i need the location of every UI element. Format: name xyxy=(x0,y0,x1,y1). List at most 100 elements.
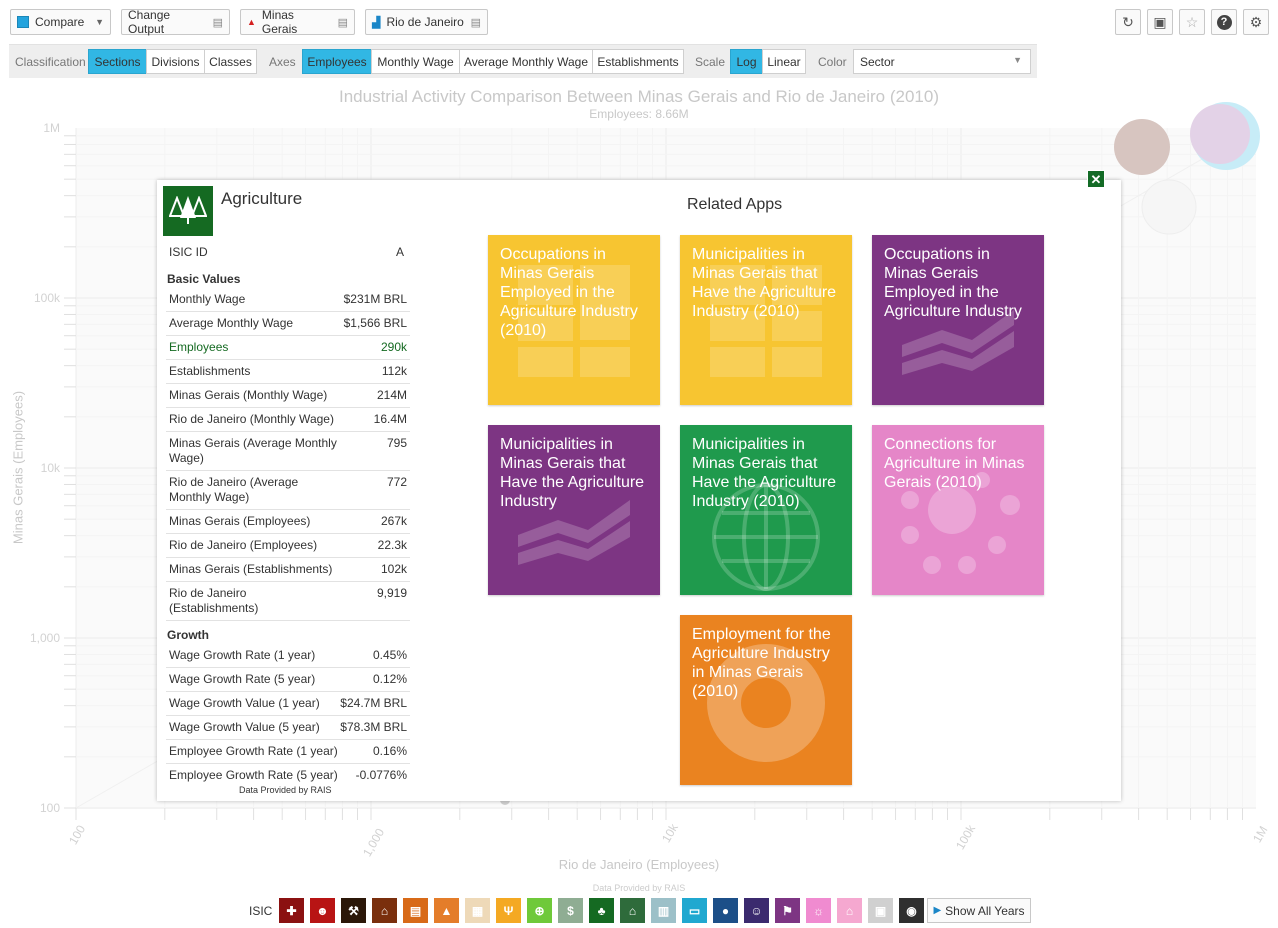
value-row: Monthly Wage $231M BRL xyxy=(166,288,410,312)
value-row: Employees 290k xyxy=(166,336,410,360)
value-amount: 112k xyxy=(381,364,407,378)
y-axis-label: Minas Gerais (Employees) xyxy=(10,390,26,545)
related-apps-title: Related Apps xyxy=(687,196,783,213)
value-key: Establishments xyxy=(169,364,251,378)
isic-sector-icon[interactable]: ▣ xyxy=(868,898,893,923)
isic-sector-icon[interactable]: ⌂ xyxy=(837,898,862,923)
isic-sector-icon[interactable]: ▭ xyxy=(682,898,707,923)
isic-sector-icon[interactable]: ♣ xyxy=(589,898,614,923)
isic-sector-icon[interactable]: ☼ xyxy=(806,898,831,923)
value-key: Wage Growth Rate (1 year) xyxy=(169,648,316,662)
isic-sector-icon[interactable]: ⚒ xyxy=(341,898,366,923)
value-key: Rio de Janeiro (Employees) xyxy=(169,538,318,552)
value-key: Employee Growth Rate (5 year) xyxy=(169,768,338,782)
value-key: Average Monthly Wage xyxy=(169,316,294,330)
value-row: Rio de Janeiro (Employees) 22.3k xyxy=(166,534,410,558)
value-key: Employees xyxy=(169,340,229,354)
sector-bubble[interactable] xyxy=(1141,179,1197,235)
value-key: Rio de Janeiro (Monthly Wage) xyxy=(169,412,334,426)
related-app-tile[interactable]: Municipalities in Minas Gerais that Have… xyxy=(488,425,660,595)
value-amount: -0.0776% xyxy=(355,768,407,782)
isic-sector-icon[interactable]: ▥ xyxy=(651,898,676,923)
value-key: Wage Growth Value (5 year) xyxy=(169,720,320,734)
related-app-tile[interactable]: Municipalities in Minas Gerais that Have… xyxy=(680,425,852,595)
isic-sector-icon[interactable]: ⌂ xyxy=(372,898,397,923)
y-tick-label: 1M xyxy=(43,121,60,135)
value-amount: 772 xyxy=(386,475,407,489)
isic-sector-icon[interactable]: ● xyxy=(713,898,738,923)
related-app-tile[interactable]: Municipalities in Minas Gerais that Have… xyxy=(680,235,852,405)
isic-sector-icon[interactable]: ☻ xyxy=(310,898,335,923)
close-icon[interactable]: ✕ xyxy=(1087,170,1105,188)
growth-header: Growth xyxy=(167,628,209,642)
isic-sector-icon[interactable]: ✚ xyxy=(279,898,304,923)
value-row: Minas Gerais (Monthly Wage) 214M xyxy=(166,384,410,408)
value-amount: 22.3k xyxy=(377,538,407,552)
value-row: Rio de Janeiro (Establishments) 9,919 xyxy=(166,582,410,621)
value-row: Average Monthly Wage $1,566 BRL xyxy=(166,312,410,336)
value-row: Rio de Janeiro (Average Monthly Wage) 772 xyxy=(166,471,410,510)
value-key: Rio de Janeiro (Establishments) xyxy=(169,586,259,615)
isic-sector-icon[interactable]: $ xyxy=(558,898,583,923)
sector-bubble[interactable] xyxy=(1190,104,1250,164)
value-key: Minas Gerais (Establishments) xyxy=(169,562,333,576)
isic-sector-icon[interactable]: ▲ xyxy=(434,898,459,923)
show-all-years-label: Show All Years xyxy=(945,903,1025,918)
value-row: Wage Growth Value (1 year) $24.7M BRL xyxy=(166,692,410,716)
value-key: Monthly Wage xyxy=(169,292,246,306)
chart-source: Data Provided by RAIS xyxy=(592,883,686,893)
value-amount: $1,566 BRL xyxy=(343,316,407,330)
value-amount: 9,919 xyxy=(376,586,407,600)
value-amount: 16.4M xyxy=(373,412,407,426)
value-key: Wage Growth Rate (5 year) xyxy=(169,672,316,686)
isic-sector-icon[interactable]: ⌂ xyxy=(620,898,645,923)
value-amount: 795 xyxy=(386,436,407,450)
play-icon: ▶ xyxy=(933,905,942,916)
value-key: Employee Growth Rate (1 year) xyxy=(169,744,338,758)
value-amount: 290k xyxy=(380,340,407,354)
value-row: Wage Growth Rate (5 year) 0.12% xyxy=(166,668,410,692)
value-row: Wage Growth Rate (1 year) 0.45% xyxy=(166,644,410,668)
isic-sector-icon[interactable]: ▤ xyxy=(403,898,428,923)
isic-sector-icon[interactable]: ⚑ xyxy=(775,898,800,923)
panel-values-list[interactable]: ISIC ID A Basic Values Monthly Wage $231M… xyxy=(166,241,410,784)
show-all-years-button[interactable]: ▶ Show All Years xyxy=(927,898,1031,923)
sector-bubble[interactable] xyxy=(1114,119,1170,175)
panel-source: Data Provided by RAIS xyxy=(239,785,332,795)
value-amount: $24.7M BRL xyxy=(340,696,407,710)
basic-values-header: Basic Values xyxy=(167,272,241,286)
related-app-tile[interactable]: Connections for Agriculture in Minas Ger… xyxy=(872,425,1044,595)
y-tick-label: 10k xyxy=(40,461,60,475)
isic-sector-icon[interactable]: ◉ xyxy=(899,898,924,923)
value-amount: 0.45% xyxy=(372,648,407,662)
isic-label: ISIC xyxy=(249,904,273,918)
value-row: Rio de Janeiro (Monthly Wage) 16.4M xyxy=(166,408,410,432)
related-app-tile[interactable]: Occupations in Minas Gerais Employed in … xyxy=(488,235,660,405)
isic-id-label: ISIC ID xyxy=(169,245,208,259)
isic-sector-icon[interactable]: ☺ xyxy=(744,898,769,923)
value-key: Minas Gerais (Average Monthly Wage) xyxy=(169,436,337,465)
value-amount: 0.16% xyxy=(372,744,407,758)
value-row: Employee Growth Rate (1 year) 0.16% xyxy=(166,740,410,764)
isic-id-row: ISIC ID A xyxy=(166,241,410,265)
isic-sector-icon[interactable]: Ψ xyxy=(496,898,521,923)
value-key: Wage Growth Value (1 year) xyxy=(169,696,320,710)
isic-sector-icon[interactable]: ⊕ xyxy=(527,898,552,923)
value-amount: 267k xyxy=(380,514,407,528)
value-row: Minas Gerais (Average Monthly Wage) 795 xyxy=(166,432,410,471)
value-row: Minas Gerais (Establishments) 102k xyxy=(166,558,410,582)
related-app-tile[interactable]: Employment for the Agriculture Industry … xyxy=(680,615,852,785)
value-row: Minas Gerais (Employees) 267k xyxy=(166,510,410,534)
related-app-tile[interactable]: Occupations in Minas Gerais Employed in … xyxy=(872,235,1044,405)
value-amount: 102k xyxy=(380,562,407,576)
x-axis-label: Rio de Janeiro (Employees) xyxy=(558,857,720,872)
isic-sector-icon[interactable]: ▦ xyxy=(465,898,490,923)
value-row: Establishments 112k xyxy=(166,360,410,384)
forest-icon xyxy=(163,186,213,236)
y-tick-label: 100 xyxy=(39,801,60,815)
isic-id-value: A xyxy=(395,245,404,259)
value-key: Rio de Janeiro (Average Monthly Wage) xyxy=(169,475,299,504)
value-row: Employee Growth Rate (5 year) -0.0776% xyxy=(166,764,410,784)
value-amount: 0.12% xyxy=(372,672,407,686)
value-row: Wage Growth Value (5 year) $78.3M BRL xyxy=(166,716,410,740)
